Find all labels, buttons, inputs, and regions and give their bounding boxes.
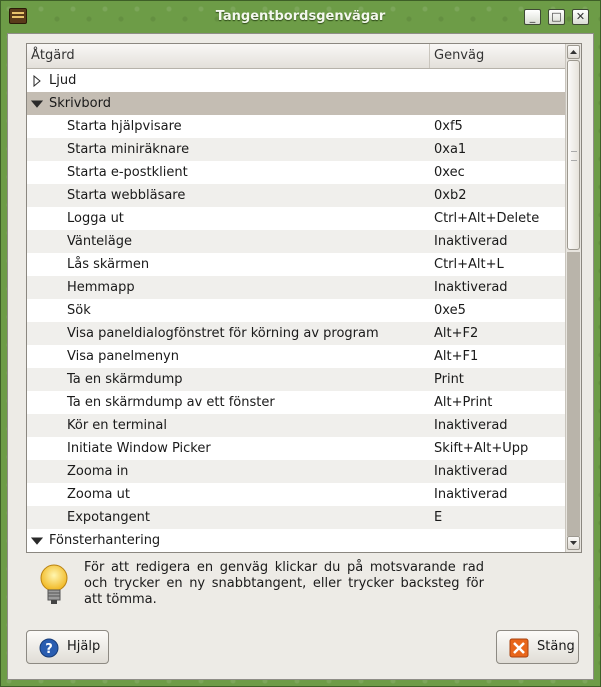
close-button[interactable]: Stäng <box>496 630 579 664</box>
expander-collapsed-icon[interactable] <box>31 75 43 87</box>
help-icon: ? <box>39 638 59 658</box>
window-title: Tangentbordsgenvägar <box>215 9 386 24</box>
scrollbar-trough[interactable] <box>567 252 580 536</box>
row-action-label: Kör en terminal <box>67 418 167 433</box>
row-shortcut-value: Alt+F2 <box>434 326 479 341</box>
row-action-label: Starta miniräknare <box>67 142 190 157</box>
row-action-label: Skrivbord <box>49 96 112 111</box>
tree-item-row[interactable]: Ta en skärmdump Print <box>27 368 565 391</box>
tree-item-row[interactable]: Logga ut Ctrl+Alt+Delete <box>27 207 565 230</box>
tree-item-row[interactable]: Visa paneldialogfönstret för körning av … <box>27 322 565 345</box>
close-button-label: Stäng <box>537 639 575 654</box>
tree-item-row[interactable]: Lås skärmen Ctrl+Alt+L <box>27 253 565 276</box>
minimize-button[interactable]: _ <box>524 9 541 25</box>
row-action-label: Lås skärmen <box>67 257 150 272</box>
row-shortcut-value: 0xa1 <box>434 142 467 157</box>
column-header-shortcut[interactable]: Genväg <box>429 44 565 68</box>
tree-item-row[interactable]: Initiate Window Picker Skift+Alt+Upp <box>27 437 565 460</box>
expander-expanded-icon[interactable] <box>31 535 43 547</box>
keyboard-shortcuts-window: Tangentbordsgenvägar _ □ ✕ Åtgärd Genväg… <box>0 0 601 687</box>
row-action-label: Hemmapp <box>67 280 135 295</box>
tree-item-row[interactable]: Ta en skärmdump av ett fönster Alt+Print <box>27 391 565 414</box>
row-action-label: Ljud <box>49 73 77 88</box>
row-shortcut-value: 0xec <box>434 165 465 180</box>
tree-header: Åtgärd Genväg <box>27 44 565 69</box>
row-shortcut-value: Ctrl+Alt+Delete <box>434 211 540 226</box>
row-action-label: Starta hjälpvisare <box>67 119 182 134</box>
row-shortcut-value: 0xb2 <box>434 188 467 203</box>
help-button[interactable]: ? Hjälp <box>26 630 109 664</box>
maximize-button[interactable]: □ <box>548 9 565 25</box>
scroll-down-button[interactable] <box>567 536 580 550</box>
row-action-label: Zooma ut <box>67 487 130 502</box>
row-shortcut-value: Skift+Alt+Upp <box>434 441 529 456</box>
tree-item-row[interactable]: Hemmapp Inaktiverad <box>27 276 565 299</box>
tree-group-row[interactable]: Ljud <box>27 69 565 92</box>
scrollbar-thumb[interactable] <box>567 60 580 250</box>
tree-rows: Ljud Skrivbord Starta hjälpvisare 0xf5 Start… <box>27 69 565 552</box>
row-shortcut-value: 0xe5 <box>434 303 466 318</box>
row-shortcut-value: Inaktiverad <box>434 487 508 502</box>
row-shortcut-value: E <box>434 510 443 525</box>
row-shortcut-value: 0xf5 <box>434 119 463 134</box>
row-shortcut-value: Print <box>434 372 464 387</box>
hint-area: För att redigera en genväg klickar du på… <box>38 559 578 619</box>
help-button-label: Hjälp <box>67 639 101 654</box>
close-x-icon <box>509 638 529 658</box>
vertical-scrollbar[interactable] <box>565 44 581 552</box>
row-action-label: Zooma in <box>67 464 129 479</box>
row-action-label: Expotangent <box>67 510 151 525</box>
svg-text:?: ? <box>45 642 53 657</box>
row-action-label: Initiate Window Picker <box>67 441 211 456</box>
row-action-label: Fönsterhantering <box>49 533 161 548</box>
row-action-label: Visa panelmenyn <box>67 349 179 364</box>
tree-item-row[interactable]: Vänteläge Inaktiverad <box>27 230 565 253</box>
close-window-button[interactable]: ✕ <box>572 9 589 25</box>
lightbulb-icon <box>40 564 68 604</box>
column-header-action[interactable]: Åtgärd <box>27 44 427 68</box>
tree-item-row[interactable]: Zooma in Inaktiverad <box>27 460 565 483</box>
expander-expanded-icon[interactable] <box>31 98 43 110</box>
tree-group-row[interactable]: Skrivbord <box>27 92 565 115</box>
tree-group-row[interactable]: Fönsterhantering <box>27 529 565 552</box>
row-action-label: Vänteläge <box>67 234 133 249</box>
row-action-label: Ta en skärmdump av ett fönster <box>67 395 275 410</box>
row-shortcut-value: Inaktiverad <box>434 464 508 479</box>
tree-item-row[interactable]: Starta e-postklient 0xec <box>27 161 565 184</box>
shortcuts-tree-view[interactable]: Åtgärd Genväg Ljud Skrivbord Starta hjälpv… <box>26 43 582 553</box>
hint-text: För att redigera en genväg klickar du på… <box>84 560 484 607</box>
tree-item-row[interactable]: Sök 0xe5 <box>27 299 565 322</box>
tree-item-row[interactable]: Kör en terminal Inaktiverad <box>27 414 565 437</box>
tree-item-row[interactable]: Expotangent E <box>27 506 565 529</box>
row-action-label: Logga ut <box>67 211 124 226</box>
row-action-label: Starta e-postklient <box>67 165 188 180</box>
row-action-label: Visa paneldialogfönstret för körning av … <box>67 326 379 341</box>
row-shortcut-value: Inaktiverad <box>434 280 508 295</box>
row-action-label: Starta webbläsare <box>67 188 186 203</box>
row-shortcut-value: Inaktiverad <box>434 418 508 433</box>
tree-item-row[interactable]: Starta hjälpvisare 0xf5 <box>27 115 565 138</box>
tree-item-row[interactable]: Zooma ut Inaktiverad <box>27 483 565 506</box>
row-shortcut-value: Ctrl+Alt+L <box>434 257 504 272</box>
arrow-up-icon <box>570 50 577 54</box>
row-action-label: Ta en skärmdump <box>67 372 183 387</box>
tree-item-row[interactable]: Starta webbläsare 0xb2 <box>27 184 565 207</box>
title-bar[interactable]: Tangentbordsgenvägar _ □ ✕ <box>1 1 600 33</box>
dialog-content: Åtgärd Genväg Ljud Skrivbord Starta hjälpv… <box>7 33 594 680</box>
row-shortcut-value: Alt+F1 <box>434 349 479 364</box>
row-action-label: Sök <box>67 303 91 318</box>
arrow-down-icon <box>570 541 577 545</box>
tree-item-row[interactable]: Starta miniräknare 0xa1 <box>27 138 565 161</box>
row-shortcut-value: Inaktiverad <box>434 234 508 249</box>
tree-item-row[interactable]: Visa panelmenyn Alt+F1 <box>27 345 565 368</box>
row-shortcut-value: Alt+Print <box>434 395 493 410</box>
scroll-up-button[interactable] <box>567 45 580 59</box>
